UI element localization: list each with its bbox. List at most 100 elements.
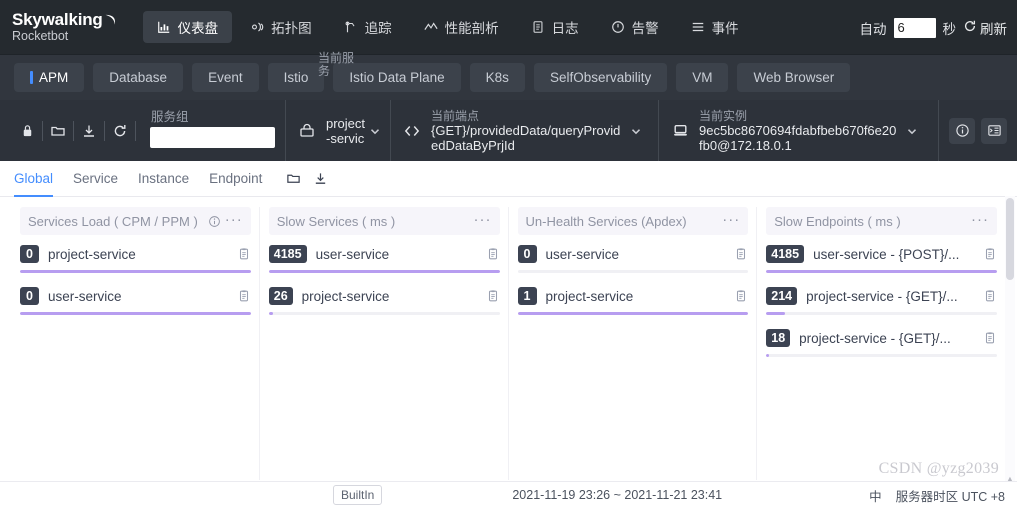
- current-service-selector[interactable]: project-servic: [285, 100, 390, 161]
- widget-title: Un-Health Services (Apdex): [525, 213, 687, 229]
- current-endpoint-text: 当前端点 {GET}/providedData/queryProvidedDat…: [431, 109, 621, 153]
- service-group-field[interactable]: 服务组: [142, 100, 285, 161]
- metric-badge: 26: [268, 287, 293, 305]
- refresh-icon[interactable]: [105, 116, 135, 146]
- download-icon[interactable]: [313, 171, 328, 186]
- nav-label-profile: 性能剖析: [444, 21, 499, 36]
- nav-item-dashboard[interactable]: 仪表盘: [142, 11, 233, 43]
- tab-database[interactable]: Database: [93, 63, 184, 92]
- chevron-down-icon[interactable]: [629, 124, 643, 138]
- list-item[interactable]: 4185 user-service: [268, 245, 500, 273]
- list-item-top: 214 project-service - {GET}/...: [766, 287, 997, 305]
- sub-tab-global[interactable]: Global: [14, 161, 54, 197]
- bottom-right-info: 中 服务器时区 UTC +8: [869, 486, 1017, 505]
- vertical-scrollbar[interactable]: ▲: [1005, 196, 1015, 486]
- nav-label-dashboard: 仪表盘: [177, 21, 219, 36]
- list-item[interactable]: 4185 user-service - {POST}/...: [766, 245, 997, 273]
- folder-icon[interactable]: [43, 116, 73, 146]
- list-item-top: 0 user-service: [20, 287, 251, 305]
- list-item[interactable]: 0 user-service: [517, 245, 749, 273]
- copy-icon[interactable]: [237, 247, 251, 261]
- widget-menu-icon[interactable]: ···: [225, 212, 243, 231]
- tab-label-vm: VM: [692, 70, 713, 85]
- chevron-down-icon[interactable]: [368, 124, 382, 138]
- nav-item-event[interactable]: 事件: [677, 11, 753, 43]
- item-name: user-service - {POST}/...: [813, 246, 960, 262]
- nav-item-log[interactable]: 日志: [517, 11, 593, 43]
- list-item-top: 26 project-service: [268, 287, 500, 305]
- selector-right-actions: [938, 100, 1017, 161]
- tab-web-browser[interactable]: Web Browser: [737, 63, 851, 92]
- service-group-input[interactable]: [150, 127, 275, 148]
- list-item[interactable]: 214 project-service - {GET}/...: [766, 287, 997, 315]
- current-endpoint-value: {GET}/providedData/queryProvidedDataByPr…: [431, 122, 621, 153]
- tab-label-event: Event: [208, 70, 243, 85]
- timezone-label: 服务器时区 UTC +8: [895, 489, 1005, 504]
- widget-menu-icon[interactable]: ···: [722, 212, 740, 231]
- item-name: user-service: [315, 246, 390, 262]
- sub-tab-instance[interactable]: Instance: [138, 161, 189, 197]
- trace-icon: [344, 20, 359, 35]
- chevron-down-icon[interactable]: [905, 124, 919, 138]
- current-instance-selector[interactable]: 当前实例 9ec5bc8670694fdabfbeb670f6e20fb0@17…: [658, 100, 933, 161]
- list-panel-icon[interactable]: [981, 117, 1007, 144]
- copy-icon[interactable]: [734, 247, 748, 261]
- progress-track: [766, 312, 997, 315]
- nav-item-profile[interactable]: 性能剖析: [410, 11, 513, 43]
- list-item[interactable]: 1 project-service: [517, 287, 749, 315]
- progress-track: [517, 270, 749, 273]
- current-service-label: 当前服务: [318, 51, 355, 78]
- tab-apm[interactable]: APM: [14, 63, 85, 92]
- metric-badge: 0: [517, 245, 537, 263]
- progress-fill: [766, 270, 997, 273]
- list-item[interactable]: 18 project-service - {GET}/...: [766, 329, 997, 357]
- copy-icon[interactable]: [983, 289, 997, 303]
- progress-track: [268, 270, 500, 273]
- copy-icon[interactable]: [983, 331, 997, 345]
- list-item-top: 0 project-service: [20, 245, 251, 263]
- copy-icon[interactable]: [237, 289, 251, 303]
- tab-event[interactable]: Event: [192, 63, 259, 92]
- folder-icon[interactable]: [286, 171, 301, 186]
- tab-selfobservability[interactable]: SelfObservability: [533, 63, 668, 92]
- download-icon[interactable]: [74, 116, 104, 146]
- list-item[interactable]: 0 project-service: [20, 245, 251, 273]
- progress-fill: [766, 312, 785, 315]
- language-toggle[interactable]: 中: [869, 486, 882, 505]
- nav-item-alarm[interactable]: 告警: [597, 11, 673, 43]
- info-icon[interactable]: [949, 117, 975, 144]
- progress-fill: [268, 312, 274, 315]
- info-icon[interactable]: [208, 215, 221, 228]
- auto-refresh-interval-input[interactable]: [893, 17, 936, 38]
- brand-logo[interactable]: Skywalking Rocketbot: [12, 11, 117, 43]
- list-item[interactable]: 26 project-service: [268, 287, 500, 315]
- refresh-button[interactable]: 刷新: [963, 18, 1007, 38]
- nav-item-topology[interactable]: 拓扑图: [236, 11, 326, 43]
- time-range-label[interactable]: 2021-11-19 23:26 ~ 2021-11-21 23:41: [512, 488, 722, 502]
- list-item[interactable]: 0 user-service: [20, 287, 251, 315]
- lock-icon[interactable]: [12, 116, 42, 146]
- current-endpoint-selector[interactable]: 当前端点 {GET}/providedData/queryProvidedDat…: [390, 100, 658, 161]
- widget-header: Un-Health Services (Apdex) ···: [517, 207, 749, 235]
- copy-icon[interactable]: [486, 247, 500, 261]
- event-icon: [691, 20, 706, 35]
- brand-name: Skywalking: [12, 11, 117, 29]
- tab-istio[interactable]: Istio: [267, 63, 325, 92]
- widget-menu-icon[interactable]: ···: [474, 212, 492, 231]
- log-icon: [531, 20, 546, 35]
- copy-icon[interactable]: [983, 247, 997, 261]
- progress-track: [517, 312, 749, 315]
- sub-tab-endpoint[interactable]: Endpoint: [209, 161, 262, 197]
- tab-label-web-browser: Web Browser: [753, 70, 835, 85]
- copy-icon[interactable]: [734, 289, 748, 303]
- builtin-button[interactable]: BuiltIn: [333, 485, 383, 505]
- sub-tab-service[interactable]: Service: [73, 161, 118, 197]
- dashboard-scope-tabs: Global Service Instance Endpoint: [0, 161, 1017, 197]
- scrollbar-thumb[interactable]: [1006, 198, 1014, 280]
- tab-k8s[interactable]: K8s: [469, 63, 525, 92]
- copy-icon[interactable]: [486, 289, 500, 303]
- nav-item-trace[interactable]: 追踪: [330, 11, 406, 43]
- current-instance-value: 9ec5bc8670694fdabfbeb670f6e20fb0@172.18.…: [699, 122, 897, 153]
- widget-menu-icon[interactable]: ···: [971, 212, 989, 231]
- tab-vm[interactable]: VM: [676, 63, 729, 92]
